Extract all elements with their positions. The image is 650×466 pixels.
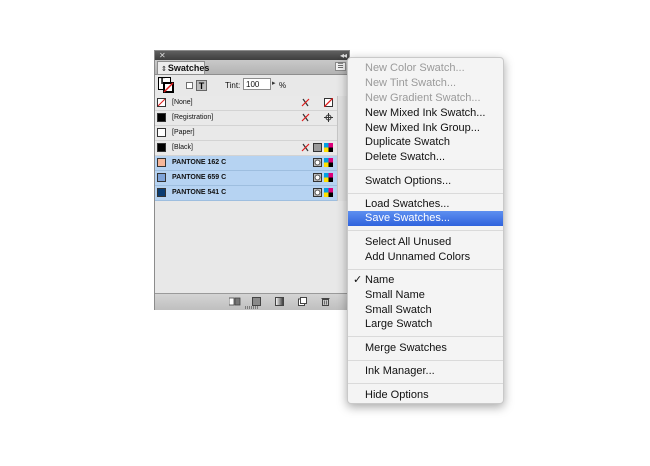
menu-item-hide-options[interactable]: Hide Options — [348, 388, 503, 403]
menu-item-new-mixed-ink-swatch[interactable]: New Mixed Ink Swatch... — [348, 106, 503, 121]
menu-item-label: Name — [365, 274, 395, 286]
no-edit-icon — [301, 143, 310, 152]
menu-separator — [348, 193, 503, 194]
swatch-name: [Registration] — [172, 114, 214, 121]
menu-item-new-color-swatch: New Color Swatch... — [365, 62, 465, 74]
formatting-text-icon[interactable]: T — [196, 80, 207, 91]
trash-icon[interactable] — [321, 297, 330, 306]
swatches-panel-menu: New Color Swatch... New Tint Swatch... N… — [347, 57, 504, 404]
swatch-name: [Black] — [172, 144, 194, 151]
swatch-row-none[interactable]: [None] — [155, 96, 337, 111]
panel-menu-button[interactable]: ☰ — [335, 62, 346, 71]
menu-separator — [348, 230, 503, 231]
show-all-swatches-icon[interactable] — [229, 297, 241, 306]
swatch-name: PANTONE 541 C — [172, 189, 227, 196]
tint-unit: % — [279, 81, 287, 90]
no-edit-icon — [301, 113, 310, 122]
menu-item-name[interactable]: ✓ Name — [348, 273, 503, 288]
menu-item-ink-manager[interactable]: Ink Manager... — [348, 364, 503, 379]
menu-separator — [348, 336, 503, 337]
menu-item-load-swatches[interactable]: Load Swatches... — [348, 197, 503, 212]
swatch-row-pantone-162c[interactable]: PANTONE 162 C — [155, 156, 337, 171]
swatch-chip — [157, 188, 166, 197]
menu-separator — [348, 383, 503, 384]
close-icon[interactable]: ✕ — [159, 51, 166, 60]
spot-color-icon — [313, 188, 322, 197]
spot-color-icon — [313, 173, 322, 182]
cmyk-icon — [324, 188, 333, 197]
panel-title-bar: ✕ ◂◂ — [155, 51, 349, 60]
menu-item-delete-swatch[interactable]: Delete Swatch... — [348, 150, 503, 165]
swatch-list: [None] [Registration] [Paper] [Black] PA… — [155, 96, 337, 244]
swatch-chip — [157, 158, 166, 167]
menu-item-new-mixed-ink-group[interactable]: New Mixed Ink Group... — [348, 121, 503, 136]
menu-item-large-swatch[interactable]: Large Swatch — [348, 317, 503, 332]
cmyk-icon — [324, 173, 333, 182]
menu-separator — [348, 169, 503, 170]
no-edit-icon — [301, 98, 310, 107]
swatch-chip — [157, 113, 166, 122]
swatch-chip-none — [157, 98, 166, 107]
show-color-swatches-icon[interactable] — [252, 297, 261, 306]
menu-separator — [348, 269, 503, 270]
menu-item-save-swatches[interactable]: Save Swatches... — [348, 211, 503, 226]
panel-bottom-bar — [155, 293, 349, 310]
panel-tab-bar: ⇕Swatches ☰ — [155, 60, 349, 75]
menu-item-new-tint-swatch: New Tint Swatch... — [365, 77, 457, 89]
tint-label: Tint: — [225, 81, 241, 90]
checkmark-icon: ✓ — [353, 274, 363, 286]
menu-item-small-swatch[interactable]: Small Swatch — [348, 303, 503, 318]
menu-item-small-name[interactable]: Small Name — [348, 288, 503, 303]
show-gradient-swatches-icon[interactable] — [275, 297, 284, 306]
swatches-panel: ✕ ◂◂ ⇕Swatches ☰ T T Tint: 100 ▸ % [None… — [154, 50, 350, 310]
swatch-toolbar: T T Tint: 100 ▸ % — [155, 75, 349, 97]
cmyk-icon — [324, 143, 333, 152]
none-type-icon — [324, 98, 333, 107]
fill-stroke-icon[interactable]: T — [158, 76, 175, 94]
registration-icon — [324, 113, 333, 122]
spot-color-icon — [313, 158, 322, 167]
cmyk-icon — [324, 158, 333, 167]
swatch-row-paper[interactable]: [Paper] — [155, 126, 337, 141]
swatch-row-registration[interactable]: [Registration] — [155, 111, 337, 126]
swatch-row-black[interactable]: [Black] — [155, 141, 337, 156]
formatting-container-icon[interactable] — [186, 82, 193, 89]
text-T-icon: T — [159, 76, 166, 87]
process-color-icon — [313, 143, 322, 152]
menu-item-add-unnamed-colors[interactable]: Add Unnamed Colors — [348, 250, 503, 265]
tab-swatches[interactable]: ⇕Swatches — [157, 61, 209, 74]
menu-item-duplicate-swatch[interactable]: Duplicate Swatch — [348, 135, 503, 150]
collapse-icon[interactable]: ◂◂ — [340, 51, 347, 60]
tint-dropdown-icon[interactable]: ▸ — [272, 78, 278, 90]
swatch-name: PANTONE 162 C — [172, 159, 227, 166]
swatch-chip — [157, 143, 166, 152]
menu-item-select-all-unused[interactable]: Select All Unused — [348, 235, 503, 250]
menu-item-merge-swatches[interactable]: Merge Swatches — [348, 341, 503, 356]
menu-item-new-gradient-swatch: New Gradient Swatch... — [365, 92, 481, 104]
swatch-row-pantone-541c[interactable]: PANTONE 541 C — [155, 186, 337, 201]
swatch-name: PANTONE 659 C — [172, 174, 227, 181]
menu-item-swatch-options[interactable]: Swatch Options... — [348, 174, 503, 189]
swatch-row-pantone-659c[interactable]: PANTONE 659 C — [155, 171, 337, 186]
tint-input[interactable]: 100 — [243, 78, 271, 90]
swatch-name: [None] — [172, 99, 193, 106]
new-swatch-icon[interactable] — [298, 297, 307, 306]
swatch-chip — [157, 173, 166, 182]
swatch-name: [Paper] — [172, 129, 195, 136]
menu-separator — [348, 360, 503, 361]
swatch-chip — [157, 128, 166, 137]
resize-grip-icon[interactable] — [245, 306, 259, 309]
tab-label: Swatches — [167, 63, 210, 73]
tab-expand-icon: ⇕ — [161, 66, 167, 73]
